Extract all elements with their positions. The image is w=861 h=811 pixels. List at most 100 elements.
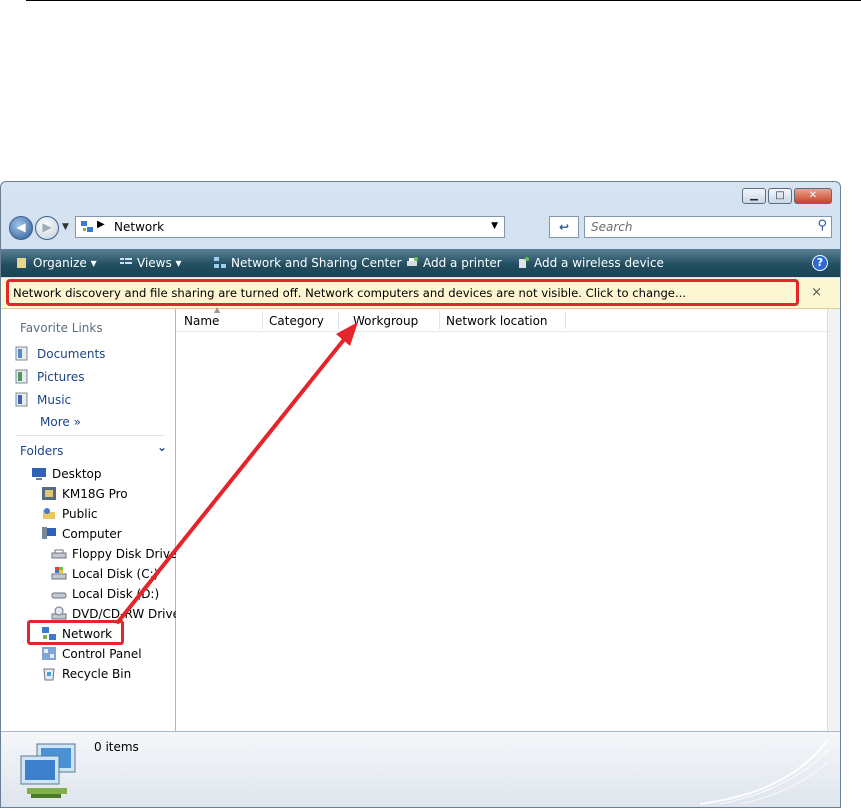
- close-button[interactable]: ✕: [794, 188, 832, 204]
- column-divider[interactable]: [338, 311, 339, 329]
- add-wireless-device-label: Add a wireless device: [534, 256, 664, 270]
- favorite-links-heading: Favorite Links: [20, 321, 103, 335]
- tree-item-label: Control Panel: [62, 647, 142, 661]
- details-pane: 0 items: [1, 731, 840, 807]
- organize-label: Organize: [33, 256, 87, 270]
- breadcrumb-chevron-icon: ▶: [97, 219, 105, 230]
- tree-item-computer[interactable]: Computer: [41, 526, 122, 541]
- network-sharing-center-label: Network and Sharing Center: [231, 256, 402, 270]
- search-placeholder: Search: [591, 220, 633, 234]
- wireless-device-icon: [519, 257, 529, 268]
- local-disk-icon: [51, 592, 67, 599]
- scrollbar[interactable]: [827, 309, 840, 731]
- network-item-highlight: [27, 620, 124, 645]
- local-disk-icon: [51, 567, 67, 580]
- tree-item-desktop[interactable]: Desktop: [31, 466, 102, 481]
- music-icon: [15, 392, 28, 407]
- address-location: Network: [114, 220, 165, 234]
- tree-item-label: Local Disk (C:): [72, 567, 159, 581]
- views-icon: [120, 258, 132, 264]
- tree-item-label: Desktop: [52, 467, 102, 481]
- maximize-button[interactable]: □: [768, 188, 792, 204]
- tree-item-dvd-drive[interactable]: DVD/CD-RW Drive: [51, 606, 180, 621]
- back-button[interactable]: ◀: [9, 216, 33, 240]
- recycle-bin-icon: [43, 668, 55, 681]
- add-printer-label: Add a printer: [423, 256, 502, 270]
- tree-item-label: Recycle Bin: [62, 667, 132, 681]
- more-links-button[interactable]: More »: [40, 415, 81, 429]
- tree-item-label: DVD/CD-RW Drive: [72, 607, 180, 621]
- column-workgroup[interactable]: Workgroup: [353, 314, 418, 328]
- network-icon: [81, 221, 93, 232]
- user-folder-icon: [42, 487, 56, 500]
- explorer-window: ▁ □ ✕ ◀ ▶ ▼ ▶ Network ▼ ↩ Search ⚲ Organ…: [0, 181, 841, 808]
- address-dropdown-icon[interactable]: ▼: [491, 221, 498, 231]
- tree-item-public[interactable]: Public: [41, 506, 98, 521]
- favorite-link-label: Pictures: [37, 370, 85, 384]
- info-bar-highlight: [6, 279, 799, 306]
- pictures-icon: [15, 369, 28, 384]
- computer-icon: [42, 527, 56, 539]
- dvd-drive-icon: [51, 606, 67, 620]
- tree-item-km18g-pro[interactable]: KM18G Pro: [41, 486, 128, 501]
- address-bar[interactable]: ▶ Network ▼: [75, 216, 505, 238]
- tree-item-label: Floppy Disk Drive: [72, 547, 178, 561]
- minimize-button[interactable]: ▁: [742, 188, 766, 204]
- network-computers-icon: [20, 743, 76, 798]
- tree-item-recycle-bin[interactable]: Recycle Bin: [41, 666, 131, 681]
- tree-item-label: KM18G Pro: [62, 487, 128, 501]
- tree-item-floppy-disk-drive[interactable]: Floppy Disk Drive: [51, 546, 177, 561]
- tree-item-label: Computer: [62, 527, 122, 541]
- file-list-pane[interactable]: ▲ Name Category Workgroup Network locati…: [176, 305, 828, 731]
- column-divider[interactable]: [565, 311, 566, 329]
- search-icon[interactable]: ⚲: [817, 218, 827, 233]
- column-category[interactable]: Category: [269, 314, 324, 328]
- network-center-icon: [214, 257, 226, 268]
- favorite-link-pictures[interactable]: Pictures: [15, 369, 85, 384]
- decorative-swoosh: [699, 739, 829, 805]
- chevron-down-icon[interactable]: ⌄: [157, 440, 167, 454]
- tree-item-label: Public: [62, 507, 98, 521]
- tree-item-local-disk-c[interactable]: Local Disk (C:): [51, 566, 158, 581]
- favorite-link-label: Documents: [37, 347, 106, 361]
- refresh-button[interactable]: ↩: [549, 216, 579, 238]
- info-bar[interactable]: Network discovery and file sharing are t…: [1, 278, 840, 309]
- organize-icon: [17, 258, 26, 268]
- column-header-row: ▲ Name Category Workgroup Network locati…: [176, 305, 828, 332]
- organize-button[interactable]: Organize ▾: [15, 256, 97, 270]
- documents-icon: [15, 346, 28, 361]
- divider: [15, 435, 165, 436]
- add-printer-button[interactable]: Add a printer: [405, 256, 502, 270]
- tree-item-local-disk-d[interactable]: Local Disk (D:): [51, 586, 159, 601]
- desktop-icon: [32, 468, 46, 480]
- info-bar-close-icon[interactable]: ×: [811, 285, 822, 300]
- column-divider[interactable]: [439, 311, 440, 329]
- column-network-location[interactable]: Network location: [446, 314, 548, 328]
- public-folder-icon: [43, 508, 55, 519]
- help-icon[interactable]: ?: [812, 255, 828, 271]
- forward-button[interactable]: ▶: [35, 216, 59, 240]
- favorite-link-music[interactable]: Music: [15, 392, 71, 407]
- sort-indicator-icon: ▲: [214, 305, 221, 314]
- command-bar: Organize ▾ Views ▾ Network and Sharing C…: [1, 249, 840, 277]
- address-row: ◀ ▶ ▼ ▶ Network ▼ ↩ Search ⚲: [9, 214, 832, 240]
- views-label: Views: [137, 256, 172, 270]
- favorite-link-label: Music: [37, 393, 72, 407]
- column-divider[interactable]: [262, 311, 263, 329]
- search-input[interactable]: Search ⚲: [584, 216, 832, 238]
- printer-icon: [407, 257, 418, 266]
- control-panel-icon: [42, 647, 56, 660]
- column-name[interactable]: Name: [184, 314, 219, 328]
- tree-item-control-panel[interactable]: Control Panel: [41, 646, 142, 661]
- views-button[interactable]: Views ▾: [119, 256, 182, 270]
- page-top-rule: [26, 0, 861, 1]
- network-sharing-center-button[interactable]: Network and Sharing Center: [213, 256, 402, 270]
- floppy-drive-icon: [51, 549, 67, 559]
- tree-item-label: Local Disk (D:): [72, 587, 160, 601]
- folders-heading[interactable]: Folders: [20, 444, 63, 458]
- item-count: 0 items: [94, 740, 139, 754]
- history-dropdown-icon[interactable]: ▼: [62, 222, 69, 232]
- favorite-link-documents[interactable]: Documents: [15, 346, 105, 361]
- add-wireless-device-button[interactable]: Add a wireless device: [516, 256, 664, 270]
- title-bar: ▁ □ ✕: [1, 182, 840, 212]
